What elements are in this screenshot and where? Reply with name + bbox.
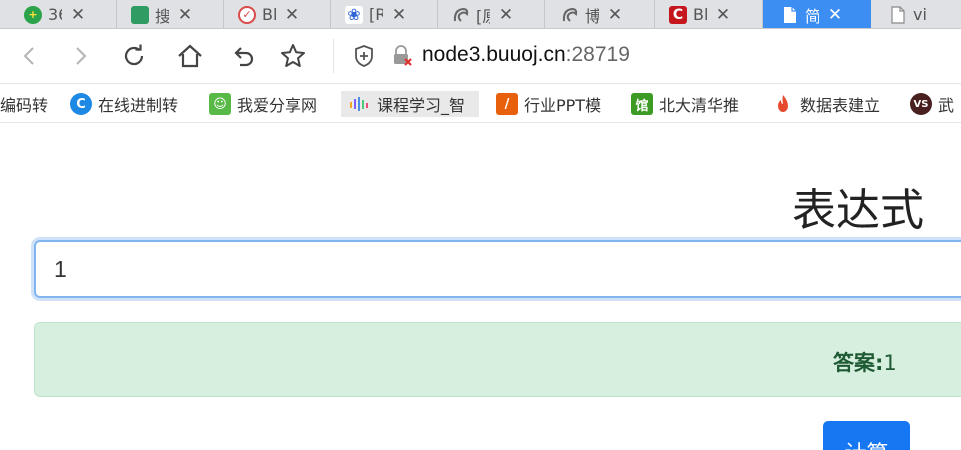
c-circle-icon: C	[70, 93, 92, 115]
bookmark-label: 编码转	[0, 96, 49, 115]
reload-icon	[124, 44, 144, 66]
vs-icon: VS	[910, 93, 932, 115]
tab-9[interactable]: vi	[871, 0, 961, 28]
tab-8-active[interactable]: 简 ✕	[763, 0, 871, 28]
bookmark-item[interactable]: VS 武	[910, 91, 954, 117]
bars-icon	[349, 93, 371, 115]
flame-icon	[772, 93, 794, 115]
expression-input[interactable]	[34, 240, 961, 298]
close-icon[interactable]: ✕	[284, 5, 300, 25]
tab-strip: + 36 ✕ 搜 ✕ ✓ Bl ✕ ❀ [R ✕ [原 ✕ 博 ✕ C Bl ✕	[0, 0, 961, 29]
page-title: 表达式	[792, 185, 924, 236]
bookmark-item[interactable]: / 行业PPT模	[496, 91, 610, 117]
bookmark-item[interactable]: C 在线进制转	[70, 91, 190, 117]
swirl-icon	[561, 6, 579, 24]
chevron-right-icon	[76, 47, 87, 65]
tab-1[interactable]: + 36 ✕	[0, 0, 117, 28]
bookmark-star-button[interactable]	[275, 38, 311, 74]
browser-toolbar: node3.buuoj.cn:28719	[0, 29, 961, 84]
bookmark-label: 行业PPT模	[524, 96, 602, 115]
home-button[interactable]	[172, 38, 208, 74]
frog-icon: ☺	[209, 93, 231, 115]
close-icon[interactable]: ✕	[70, 5, 86, 25]
tab-7[interactable]: C Bl ✕	[655, 0, 763, 28]
address-bar-url[interactable]: node3.buuoj.cn:28719	[422, 43, 630, 67]
bookmark-item[interactable]: 数据表建立	[772, 91, 892, 117]
close-icon[interactable]: ✕	[607, 5, 623, 25]
guan-icon: 馆	[631, 93, 653, 115]
close-icon[interactable]: ✕	[498, 5, 514, 25]
security-shield-button[interactable]	[352, 44, 376, 68]
tab-3[interactable]: ✓ Bl ✕	[224, 0, 331, 28]
address-divider	[333, 39, 334, 73]
close-icon[interactable]: ✕	[715, 5, 731, 25]
tab-title: vi	[913, 5, 927, 24]
tab-6[interactable]: 博 ✕	[545, 0, 655, 28]
undo-button[interactable]	[225, 38, 261, 74]
tab-title: 简	[805, 3, 819, 27]
bookmark-item[interactable]: 课程学习_智	[341, 91, 479, 117]
home-icon	[178, 44, 202, 68]
bookmark-label: 数据表建立	[800, 96, 881, 115]
result-text: 答案:1	[833, 347, 897, 377]
swirl-icon	[452, 6, 470, 24]
tab-4[interactable]: ❀ [R ✕	[331, 0, 438, 28]
result-label: 答案:	[833, 351, 884, 375]
bookmark-label: 课程学习_智	[377, 96, 466, 115]
forward-button[interactable]	[62, 38, 98, 74]
bookmark-item[interactable]: 编码转	[0, 91, 48, 117]
url-host: node3.buuoj.cn	[422, 43, 566, 66]
tab-2[interactable]: 搜 ✕	[117, 0, 224, 28]
shield-plus-icon	[355, 45, 373, 67]
bookmarks-bar: 编码转 C 在线进制转 ☺ 我爱分享网 课程学习_智 / 行业PPT模 馆 北大…	[0, 85, 961, 123]
bookmark-label: 在线进制转	[98, 96, 179, 115]
close-icon[interactable]: ✕	[177, 5, 193, 25]
plus-circle-icon: +	[24, 5, 42, 24]
bookmark-item[interactable]: 馆 北大清华推	[631, 91, 751, 117]
tab-title: [R	[369, 5, 383, 24]
calculate-button[interactable]: 计算	[823, 421, 910, 450]
tab-title: 博	[585, 3, 599, 27]
book-icon	[131, 5, 149, 24]
seal-icon: ✓	[238, 5, 256, 24]
bookmark-label: 我爱分享网	[237, 96, 318, 115]
reload-button[interactable]	[116, 38, 152, 74]
lock-warning-icon	[394, 45, 412, 66]
insecure-lock-button[interactable]	[390, 44, 414, 68]
star-icon	[281, 44, 305, 67]
chevron-left-icon	[23, 47, 34, 65]
tab-5[interactable]: [原 ✕	[438, 0, 545, 28]
tab-title: Bl	[262, 5, 276, 24]
close-icon[interactable]: ✕	[827, 5, 843, 25]
result-value: 1	[883, 351, 897, 375]
tab-title: 36	[48, 5, 62, 24]
tab-title: Bl	[693, 5, 707, 24]
url-port: :28719	[565, 43, 630, 66]
bookmark-label: 北大清华推	[659, 96, 740, 115]
bookmark-label: 武	[938, 96, 955, 115]
c-logo-icon: C	[669, 5, 687, 24]
undo-icon	[234, 47, 254, 67]
slash-icon: /	[496, 93, 518, 115]
paw-icon: ❀	[345, 5, 363, 24]
close-icon[interactable]: ✕	[391, 5, 407, 25]
tab-title: [原	[476, 6, 490, 26]
back-button[interactable]	[12, 38, 48, 74]
bookmark-item[interactable]: ☺ 我爱分享网	[209, 91, 329, 117]
page-icon	[889, 5, 907, 24]
result-alert: 答案:1	[34, 322, 961, 397]
tab-title: 搜	[155, 3, 169, 27]
page-icon	[781, 6, 799, 24]
